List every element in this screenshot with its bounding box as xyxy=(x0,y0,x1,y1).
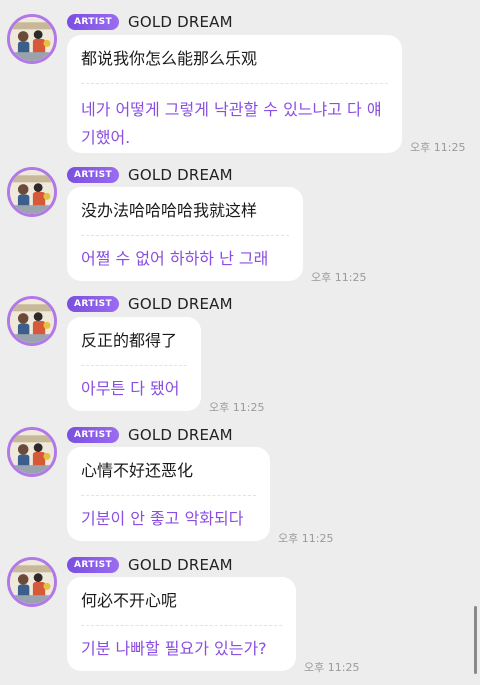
message-bubble[interactable]: 没办法哈哈哈哈我就这样 어쩔 수 없어 하하하 난 그래 xyxy=(67,187,303,281)
original-text: 何必不开心呢 xyxy=(81,591,178,610)
avatar[interactable] xyxy=(7,557,57,607)
artist-badge: ARTIST xyxy=(67,557,120,573)
message-bubble[interactable]: 都说我你怎么能那么乐观 네가 어떻게 그렇게 낙관할 수 있느냐고 다 얘기했어… xyxy=(67,35,402,153)
divider xyxy=(81,365,187,366)
translation-text: 아무튼 다 됐어 xyxy=(81,379,180,398)
avatar[interactable] xyxy=(7,427,57,477)
artist-badge: ARTIST xyxy=(67,14,120,30)
divider xyxy=(81,625,282,626)
divider xyxy=(81,495,256,496)
divider xyxy=(81,83,388,84)
artist-badge: ARTIST xyxy=(67,167,120,183)
translation-text: 네가 어떻게 그렇게 낙관할 수 있느냐고 다 얘기했어. xyxy=(81,100,382,147)
timestamp: 오후 11:25 xyxy=(311,271,367,284)
artist-badge: ARTIST xyxy=(67,427,120,443)
artist-badge: ARTIST xyxy=(67,296,120,312)
original-text: 没办法哈哈哈哈我就这样 xyxy=(81,201,258,220)
message-bubble[interactable]: 何必不开心呢 기분 나빠할 필요가 있는가? xyxy=(67,577,296,671)
timestamp: 오후 11:25 xyxy=(278,532,334,545)
original-text: 心情不好还恶化 xyxy=(81,461,194,480)
translation-text: 기분 나빠할 필요가 있는가? xyxy=(81,639,267,658)
sender-name: GOLD DREAM xyxy=(128,556,233,574)
original-text: 都说我你怎么能那么乐观 xyxy=(81,49,258,68)
translation-text: 기분이 안 좋고 악화되다 xyxy=(81,509,244,528)
sender-name: GOLD DREAM xyxy=(128,13,233,31)
translation-text: 어쩔 수 없어 하하하 난 그래 xyxy=(81,249,269,268)
avatar[interactable] xyxy=(7,167,57,217)
sender-name: GOLD DREAM xyxy=(128,295,233,313)
sender-name: GOLD DREAM xyxy=(128,426,233,444)
timestamp: 오후 11:25 xyxy=(304,661,360,674)
message-bubble[interactable]: 心情不好还恶化 기분이 안 좋고 악화되다 xyxy=(67,447,270,541)
timestamp: 오후 11:25 xyxy=(410,141,466,154)
avatar[interactable] xyxy=(7,14,57,64)
sender-name: GOLD DREAM xyxy=(128,166,233,184)
timestamp: 오후 11:25 xyxy=(209,401,265,414)
message-bubble[interactable]: 反正的都得了 아무튼 다 됐어 xyxy=(67,317,201,411)
avatar[interactable] xyxy=(7,296,57,346)
original-text: 反正的都得了 xyxy=(81,331,178,350)
scrollbar[interactable] xyxy=(474,606,477,674)
divider xyxy=(81,235,289,236)
